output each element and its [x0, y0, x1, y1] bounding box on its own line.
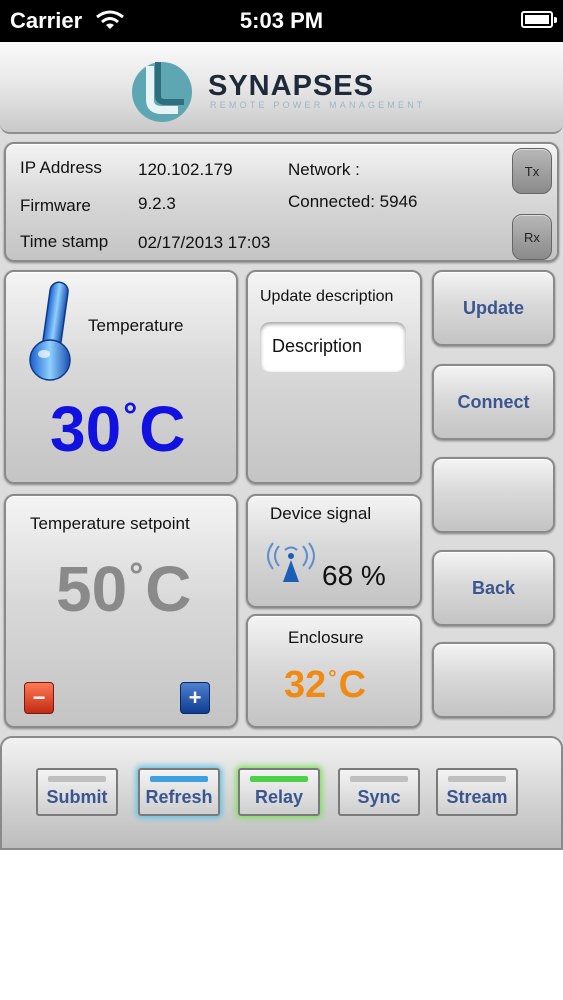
device-signal-panel: Device signal 68 %: [246, 494, 422, 608]
update-description-title: Update description: [260, 288, 394, 305]
enclosure-panel: Enclosure 32°C: [246, 614, 422, 728]
logo-tagline: REMOTE POWER MANAGEMENT: [210, 100, 426, 110]
tx-indicator[interactable]: Tx: [512, 148, 552, 194]
rx-indicator[interactable]: Rx: [512, 214, 552, 260]
refresh-button[interactable]: Refresh: [138, 768, 220, 816]
setpoint-value: 50°C: [56, 553, 192, 625]
status-bar: Carrier 5:03 PM: [0, 0, 563, 42]
submit-button[interactable]: Submit: [36, 768, 118, 816]
firmware-value: 9.2.3: [138, 194, 176, 213]
update-button[interactable]: Update: [432, 270, 555, 346]
ip-value: 120.102.179: [138, 160, 233, 179]
update-description-panel: Update description Description: [246, 270, 422, 484]
header: SYNAPSES REMOTE POWER MANAGEMENT: [0, 42, 563, 134]
temperature-title: Temperature: [88, 316, 184, 335]
device-info-panel: IP Address 120.102.179 Firmware 9.2.3 Ti…: [4, 142, 559, 262]
signal-icon: [267, 542, 315, 582]
increase-setpoint-button[interactable]: +: [180, 682, 210, 714]
blank-button-1[interactable]: [432, 457, 555, 533]
sync-button[interactable]: Sync: [338, 768, 420, 816]
temperature-value: 30°C: [50, 393, 186, 465]
blank-button-2[interactable]: [432, 642, 555, 718]
stream-button[interactable]: Stream: [436, 768, 518, 816]
back-button[interactable]: Back: [432, 550, 555, 626]
synapses-logo-icon: [132, 62, 192, 122]
timestamp-label: Time stamp: [20, 232, 109, 251]
logo-wordmark: SYNAPSES: [208, 70, 374, 102]
device-signal-title: Device signal: [270, 504, 372, 523]
temperature-setpoint-panel: Temperature setpoint 50°C − +: [4, 494, 238, 728]
ip-label: IP Address: [20, 158, 102, 177]
battery-icon: [521, 11, 557, 28]
enclosure-title: Enclosure: [288, 628, 364, 647]
signal-value: 68 %: [322, 560, 386, 591]
app-screen: SYNAPSES REMOTE POWER MANAGEMENT IP Addr…: [0, 42, 563, 850]
thermometer-icon: [29, 281, 71, 381]
setpoint-title: Temperature setpoint: [30, 514, 190, 533]
enclosure-value: 32°C: [284, 664, 367, 706]
clock: 5:03 PM: [239, 8, 324, 33]
temperature-panel: Temperature 30°C: [4, 270, 238, 484]
relay-button[interactable]: Relay: [238, 768, 320, 816]
decrease-setpoint-button[interactable]: −: [24, 682, 54, 714]
firmware-label: Firmware: [20, 196, 91, 215]
bottom-toolbar: Submit Refresh Relay Sync Stream: [0, 736, 563, 850]
connect-button[interactable]: Connect: [432, 364, 555, 440]
network-label: Network :: [288, 160, 360, 179]
description-input[interactable]: Description: [260, 322, 406, 372]
connection-status: Connected: 5946: [288, 192, 418, 211]
timestamp-value: 02/17/2013 17:03: [138, 233, 271, 252]
